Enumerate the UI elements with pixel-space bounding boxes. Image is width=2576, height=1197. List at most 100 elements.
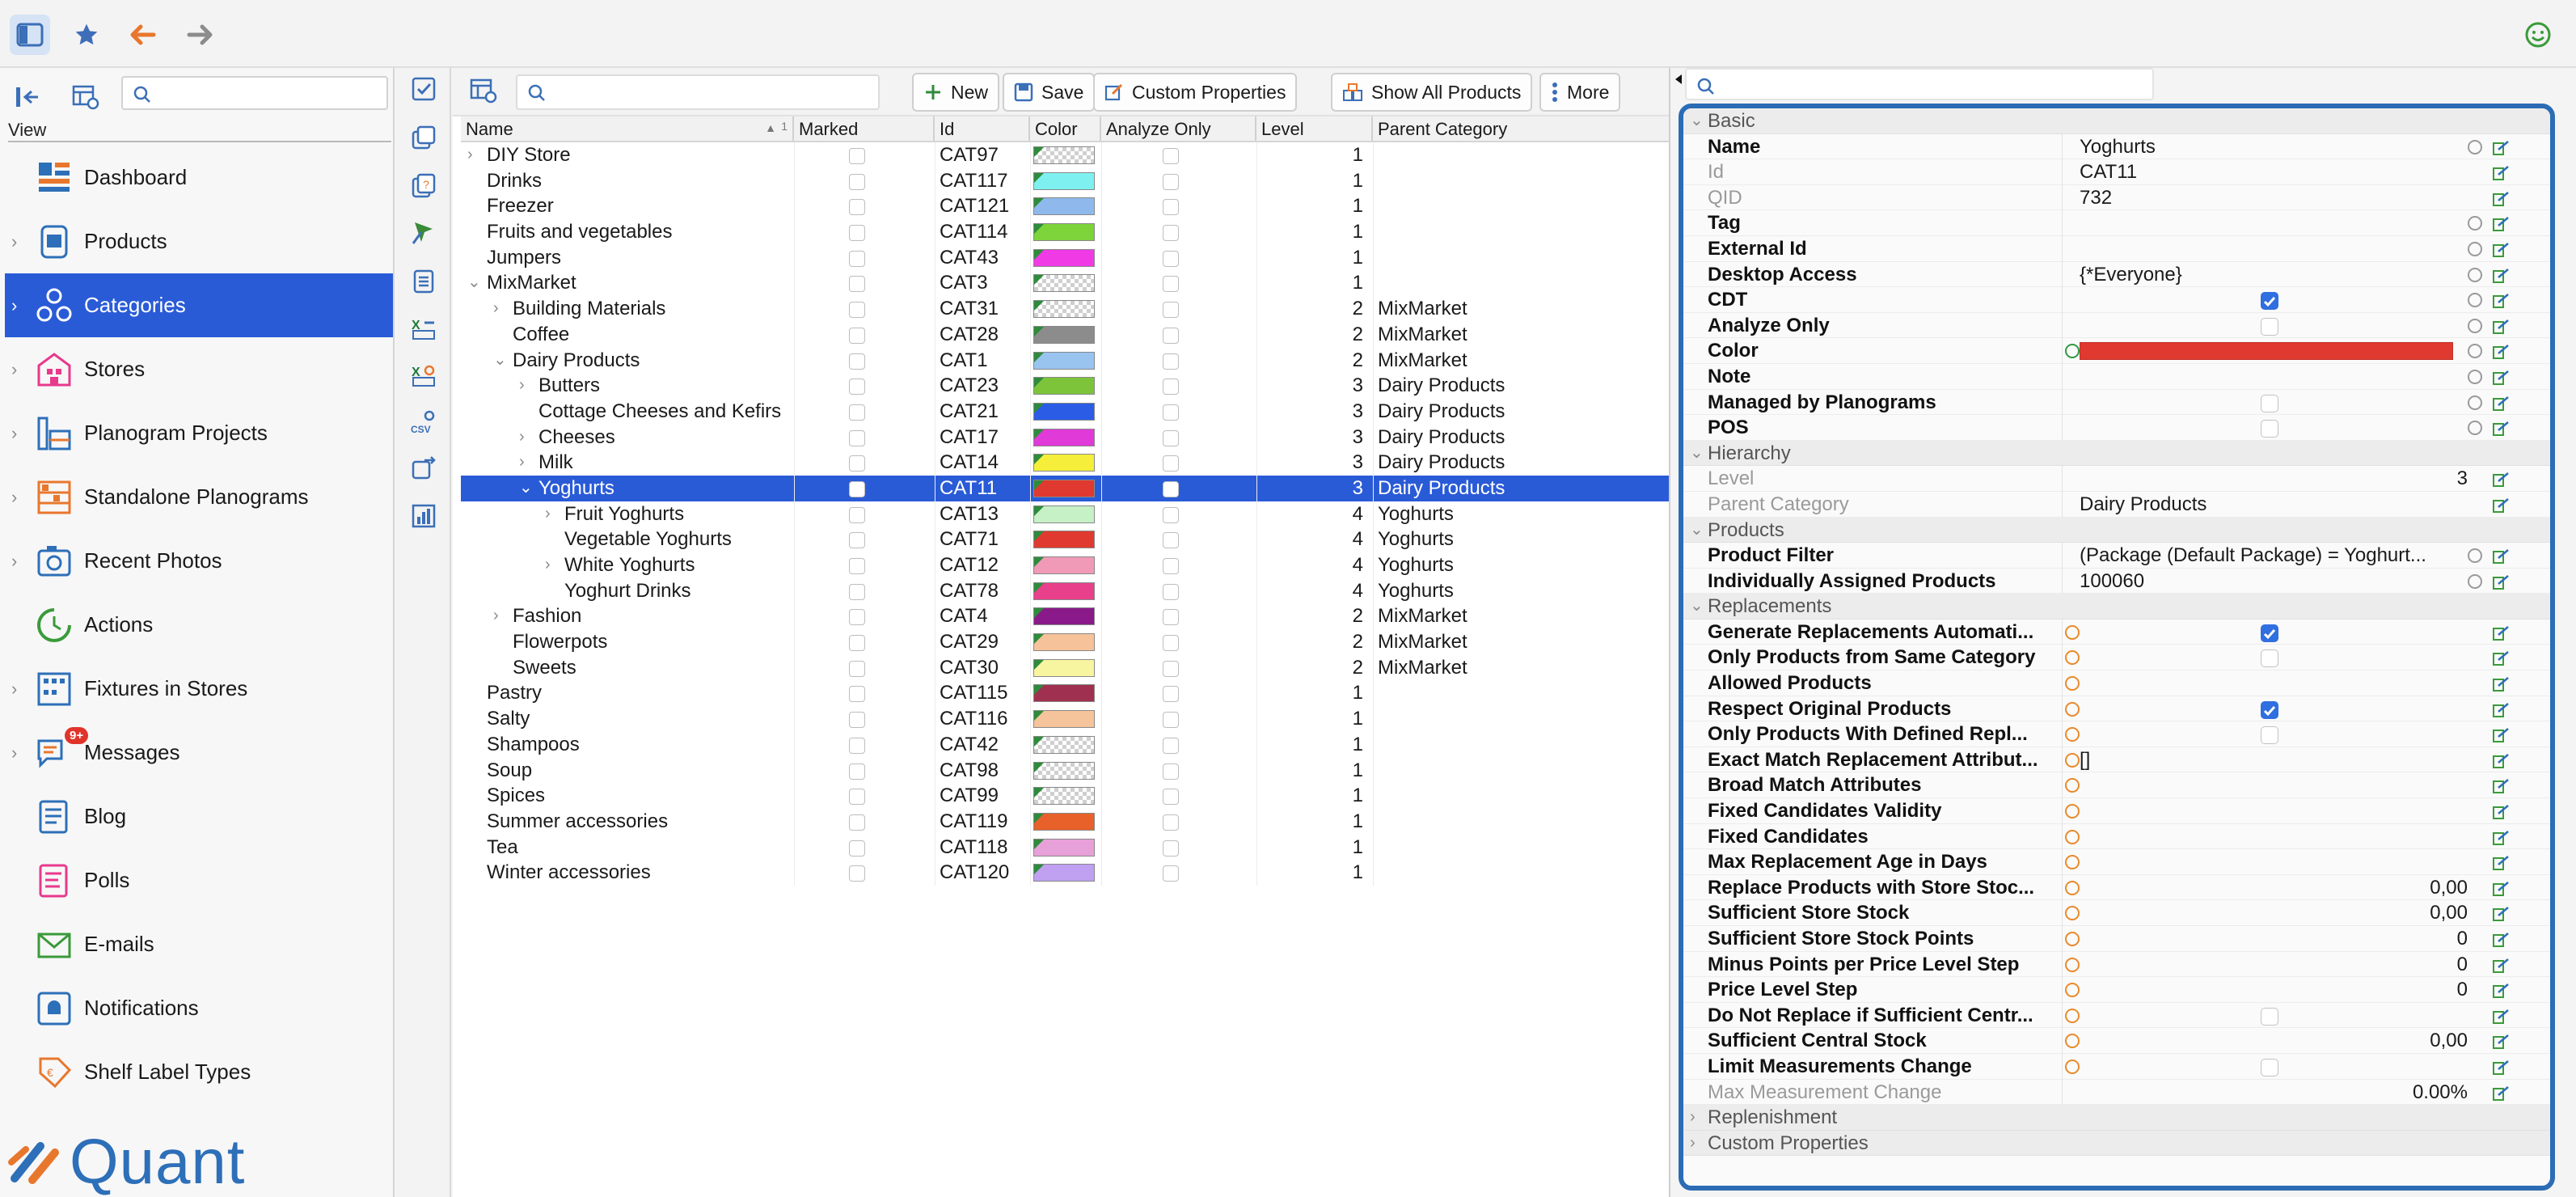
panel-collapse-icon[interactable] — [1674, 73, 1683, 86]
analyze-only-checkbox[interactable] — [1163, 609, 1179, 626]
property-value[interactable]: Yoghurts — [2080, 134, 2484, 160]
edit-property-icon[interactable] — [2492, 752, 2510, 768]
nav-item-planogram-projects[interactable]: › Planogram Projects — [5, 401, 393, 465]
color-cell[interactable] — [1030, 732, 1101, 758]
edit-property-icon[interactable] — [2492, 573, 2510, 590]
edit-property-icon[interactable] — [2492, 880, 2510, 896]
edit-property-icon[interactable] — [2492, 701, 2510, 717]
edit-property-icon[interactable] — [2492, 957, 2510, 973]
chevron-right-icon[interactable]: › — [11, 744, 24, 762]
edit-property-icon[interactable] — [2492, 395, 2510, 411]
color-cell[interactable] — [1030, 296, 1101, 322]
edit-property-icon[interactable] — [2492, 829, 2510, 845]
table-row[interactable]: Pastry CAT115 1 — [461, 680, 1669, 707]
inherited-value-icon[interactable] — [2065, 957, 2080, 972]
marked-checkbox[interactable] — [849, 250, 865, 267]
excel-import-button[interactable]: X — [408, 359, 440, 391]
nav-item-shelf-label-types[interactable]: € Shelf Label Types — [5, 1040, 393, 1104]
table-row[interactable]: Cottage Cheeses and Kefirs CAT21 3 Dairy Pr… — [461, 398, 1669, 425]
marked-checkbox[interactable] — [849, 353, 865, 370]
chevron-right-icon[interactable]: › — [11, 680, 24, 698]
property-row[interactable]: Replace Products with Store Stoc... 0,00 — [1683, 874, 2550, 901]
table-row[interactable]: Sweets CAT30 2 MixMarket — [461, 654, 1669, 681]
section-custom-properties[interactable]: › Custom Properties — [1683, 1130, 2550, 1157]
color-cell[interactable] — [1030, 373, 1101, 399]
color-cell[interactable] — [1030, 809, 1101, 835]
marked-checkbox[interactable] — [849, 532, 865, 549]
analyze-only-checkbox[interactable] — [1163, 276, 1179, 293]
property-row[interactable]: Id CAT11 — [1683, 159, 2550, 185]
property-row[interactable]: Minus Points per Price Level Step 0 — [1683, 951, 2550, 978]
property-row[interactable]: Respect Original Products — [1683, 696, 2550, 722]
inherited-value-icon[interactable] — [2065, 829, 2080, 844]
analyze-only-checkbox[interactable] — [1163, 302, 1179, 319]
marked-checkbox[interactable] — [849, 609, 865, 626]
column-header-level[interactable]: Level — [1256, 116, 1373, 141]
section-basic[interactable]: ⌄ Basic — [1683, 108, 2550, 134]
show-all-products-button[interactable]: Show All Products — [1331, 73, 1533, 112]
marked-checkbox[interactable] — [849, 429, 865, 446]
table-row[interactable]: Jumpers CAT43 1 — [461, 244, 1669, 271]
table-row[interactable]: ⌄ MixMarket CAT3 1 — [461, 270, 1669, 297]
inherited-value-icon[interactable] — [2065, 624, 2080, 640]
property-row[interactable]: Tag — [1683, 210, 2550, 236]
property-row[interactable]: Fixed Candidates — [1683, 823, 2550, 850]
reset-value-icon[interactable] — [2468, 241, 2482, 256]
property-row[interactable]: Exact Match Replacement Attribut... [] — [1683, 747, 2550, 773]
property-value[interactable]: {*Everyone} — [2080, 262, 2484, 288]
forward-button[interactable] — [179, 15, 220, 55]
more-button[interactable]: More — [1539, 73, 1621, 112]
section-replenishment[interactable]: › Replenishment — [1683, 1105, 2550, 1131]
analyze-only-checkbox[interactable] — [1163, 429, 1179, 446]
analyze-only-checkbox[interactable] — [1163, 199, 1179, 216]
chevron-down-icon[interactable]: ⌄ — [1690, 441, 1704, 467]
inherited-value-icon[interactable] — [2065, 778, 2080, 793]
section-products[interactable]: ⌄ Products — [1683, 517, 2550, 544]
analyze-only-checkbox[interactable] — [1163, 712, 1179, 729]
analyze-only-checkbox[interactable] — [1163, 840, 1179, 857]
property-checkbox[interactable] — [2261, 1007, 2278, 1026]
edit-property-icon[interactable] — [2492, 1033, 2510, 1050]
inherited-value-icon[interactable] — [2065, 1008, 2080, 1023]
property-value[interactable]: 0 — [2080, 977, 2468, 1003]
color-cell[interactable] — [1030, 245, 1101, 271]
property-row[interactable]: Only Products from Same Category — [1683, 645, 2550, 671]
analyze-only-checkbox[interactable] — [1163, 660, 1179, 677]
table-row[interactable]: › Milk CAT14 3 Dairy Products — [461, 450, 1669, 476]
property-row[interactable]: Price Level Step 0 — [1683, 977, 2550, 1003]
color-cell[interactable] — [1030, 758, 1101, 784]
edit-property-icon[interactable] — [2492, 241, 2510, 257]
reset-value-icon[interactable] — [2468, 344, 2482, 359]
chevron-down-icon[interactable]: ⌄ — [519, 476, 533, 501]
table-row[interactable]: Vegetable Yoghurts CAT71 4 Yoghurts — [461, 527, 1669, 552]
chevron-right-icon[interactable]: › — [519, 425, 525, 450]
property-row[interactable]: Allowed Products — [1683, 670, 2550, 696]
nav-item-stores[interactable]: › Stores — [5, 337, 393, 401]
color-cell[interactable] — [1030, 476, 1101, 501]
edit-property-icon[interactable] — [2492, 624, 2510, 641]
marked-checkbox[interactable] — [849, 763, 865, 780]
table-row[interactable]: Coffee CAT28 2 MixMarket — [461, 321, 1669, 348]
nav-item-fixtures-in-stores[interactable]: › Fixtures in Stores — [5, 657, 393, 721]
property-checkbox[interactable] — [2261, 317, 2278, 336]
analyze-only-checkbox[interactable] — [1163, 327, 1179, 344]
column-header-color[interactable]: Color — [1030, 116, 1101, 141]
color-cell[interactable] — [1030, 603, 1101, 629]
chevron-down-icon[interactable]: ⌄ — [467, 270, 481, 296]
analyze-only-checkbox[interactable] — [1163, 250, 1179, 267]
analyze-only-checkbox[interactable] — [1163, 480, 1179, 497]
chevron-down-icon[interactable]: ⌄ — [493, 348, 507, 374]
analyze-only-checkbox[interactable] — [1163, 865, 1179, 882]
sidebar-toggle-button[interactable] — [10, 15, 50, 55]
back-button[interactable] — [123, 15, 163, 55]
marked-checkbox[interactable] — [849, 635, 865, 652]
inherited-value-icon[interactable] — [2065, 804, 2080, 819]
edit-property-icon[interactable] — [2492, 471, 2510, 488]
property-row[interactable]: Generate Replacements Automati... — [1683, 619, 2550, 645]
chevron-right-icon[interactable]: › — [11, 233, 24, 251]
analyze-only-checkbox[interactable] — [1163, 506, 1179, 523]
duplicate-button[interactable] — [408, 121, 440, 154]
table-row[interactable]: ⌄ Yoghurts CAT11 3 Dairy Products — [461, 475, 1669, 501]
nav-item-dashboard[interactable]: Dashboard — [5, 146, 393, 209]
inherited-value-icon[interactable] — [2065, 906, 2080, 921]
